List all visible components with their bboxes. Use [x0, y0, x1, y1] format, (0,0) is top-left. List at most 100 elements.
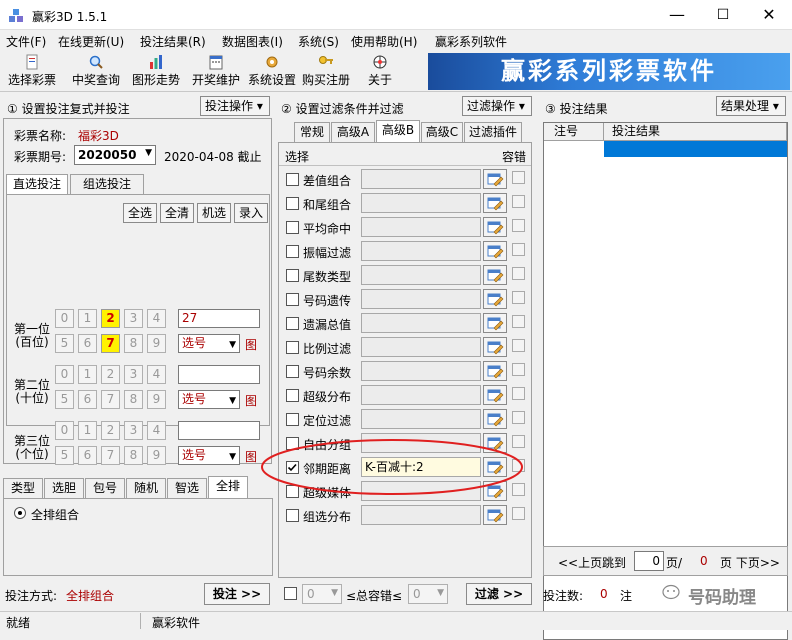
edit-filter-button[interactable] [483, 169, 507, 189]
edit-filter-button[interactable] [483, 337, 507, 357]
digit-button[interactable]: 3 [124, 421, 143, 440]
pick-select[interactable]: 选号 ▼ [178, 446, 240, 465]
digit-button[interactable]: 8 [124, 446, 143, 465]
bet-button[interactable]: 投注 >> [204, 583, 270, 605]
edit-filter-button[interactable] [483, 241, 507, 261]
tolerance-checkbox[interactable] [512, 267, 525, 280]
digit-button[interactable]: 0 [55, 309, 74, 328]
tolerance-checkbox[interactable] [512, 171, 525, 184]
digit-button[interactable]: 6 [78, 334, 97, 353]
result-process-button[interactable]: 结果处理 ▾ [716, 96, 786, 116]
tolerance-checkbox[interactable] [512, 195, 525, 208]
select-all-button[interactable]: 全选 [123, 203, 157, 223]
menu-charts[interactable]: 数据图表(I) [222, 33, 283, 50]
filter-operation-button[interactable]: 过滤操作 ▾ [462, 96, 532, 116]
tolerance-checkbox[interactable] [512, 387, 525, 400]
filter-button[interactable]: 过滤 >> [466, 583, 532, 605]
tab-type[interactable]: 类型 [3, 478, 43, 498]
trend-chart-button[interactable]: 图形走势 [130, 54, 182, 90]
select-lottery-button[interactable]: 选择彩票 [6, 54, 58, 90]
digit-button[interactable]: 4 [147, 365, 166, 384]
filter-value-box[interactable] [361, 265, 481, 285]
tolerance-checkbox[interactable] [512, 339, 525, 352]
filter-value-box[interactable] [361, 289, 481, 309]
digit-button[interactable]: 2 [101, 309, 120, 328]
position-input[interactable] [178, 365, 260, 384]
digit-button[interactable]: 9 [147, 334, 166, 353]
clear-all-button[interactable]: 全清 [160, 203, 194, 223]
digit-button[interactable]: 5 [55, 334, 74, 353]
edit-filter-button[interactable] [483, 409, 507, 429]
filter-checkbox[interactable] [286, 365, 299, 378]
filter-checkbox[interactable] [286, 173, 299, 186]
menu-results[interactable]: 投注结果(R) [140, 33, 206, 50]
filter-checkbox[interactable] [286, 293, 299, 306]
filter-checkbox[interactable] [286, 221, 299, 234]
tolerance-checkbox[interactable] [512, 291, 525, 304]
digit-button[interactable]: 2 [101, 365, 120, 384]
digit-button[interactable]: 1 [78, 309, 97, 328]
digit-button[interactable]: 4 [147, 309, 166, 328]
digit-button[interactable]: 7 [101, 334, 120, 353]
draw-maintain-button[interactable]: 开奖维护 [190, 54, 242, 90]
digit-button[interactable]: 1 [78, 421, 97, 440]
filter-value-box[interactable] [361, 193, 481, 213]
tab-advanced-c[interactable]: 高级C [421, 122, 463, 142]
tab-general[interactable]: 常规 [294, 122, 330, 142]
selected-cell[interactable] [604, 141, 787, 157]
filter-checkbox[interactable] [286, 413, 299, 426]
period-select[interactable]: 2020050 ▼ [74, 145, 156, 165]
digit-button[interactable]: 0 [55, 365, 74, 384]
filter-checkbox[interactable] [286, 197, 299, 210]
minimize-button[interactable]: — [654, 0, 700, 30]
win-query-button[interactable]: 中奖查询 [70, 54, 122, 90]
tab-advanced-b[interactable]: 高级B [376, 120, 420, 142]
tolerance-checkbox[interactable] [512, 219, 525, 232]
filter-value-box[interactable] [361, 217, 481, 237]
filter-value-box[interactable] [361, 361, 481, 381]
tab-package[interactable]: 包号 [85, 478, 125, 498]
buy-register-button[interactable]: 购买注册 [300, 54, 352, 90]
digit-button[interactable]: 6 [78, 390, 97, 409]
position-input[interactable] [178, 421, 260, 440]
page-input[interactable]: 0 [634, 551, 664, 571]
digit-button[interactable]: 2 [101, 421, 120, 440]
filter-value-box[interactable] [361, 505, 481, 525]
tolerance-checkbox[interactable] [512, 363, 525, 376]
digit-button[interactable]: 9 [147, 446, 166, 465]
filter-value-box[interactable] [361, 385, 481, 405]
digit-button[interactable]: 8 [124, 390, 143, 409]
tab-smart[interactable]: 智选 [167, 478, 207, 498]
col-bet-result[interactable]: 投注结果 [604, 123, 787, 141]
edit-filter-button[interactable] [483, 505, 507, 525]
enter-button[interactable]: 录入 [234, 203, 268, 223]
tolerance-checkbox[interactable] [512, 411, 525, 424]
tab-advanced-a[interactable]: 高级A [331, 122, 375, 142]
random-pick-button[interactable]: 机选 [197, 203, 231, 223]
bet-operation-button[interactable]: 投注操作 ▾ [200, 96, 270, 116]
total-tolerance-checkbox[interactable] [284, 587, 297, 600]
chart-link[interactable]: 图 [245, 392, 257, 409]
position-input[interactable]: 27 [178, 309, 260, 328]
filter-value-box[interactable] [361, 169, 481, 189]
pick-select[interactable]: 选号 ▼ [178, 334, 240, 353]
chart-link[interactable]: 图 [245, 336, 257, 353]
chart-link[interactable]: 图 [245, 448, 257, 465]
digit-button[interactable]: 6 [78, 446, 97, 465]
tab-filter-plugin[interactable]: 过滤插件 [464, 122, 522, 142]
tolerance-checkbox[interactable] [512, 315, 525, 328]
col-bet-number[interactable]: 注号 [544, 123, 604, 141]
filter-checkbox[interactable] [286, 389, 299, 402]
menu-series[interactable]: 赢彩系列软件 [435, 33, 507, 50]
edit-filter-button[interactable] [483, 385, 507, 405]
edit-filter-button[interactable] [483, 313, 507, 333]
filter-checkbox[interactable] [286, 269, 299, 282]
digit-button[interactable]: 5 [55, 446, 74, 465]
filter-checkbox[interactable] [286, 341, 299, 354]
tolerance-max-select[interactable]: 0 ▼ [408, 584, 448, 604]
filter-value-box[interactable] [361, 313, 481, 333]
tolerance-checkbox[interactable] [512, 243, 525, 256]
digit-button[interactable]: 4 [147, 421, 166, 440]
filter-value-box[interactable] [361, 241, 481, 261]
filter-checkbox[interactable] [286, 245, 299, 258]
